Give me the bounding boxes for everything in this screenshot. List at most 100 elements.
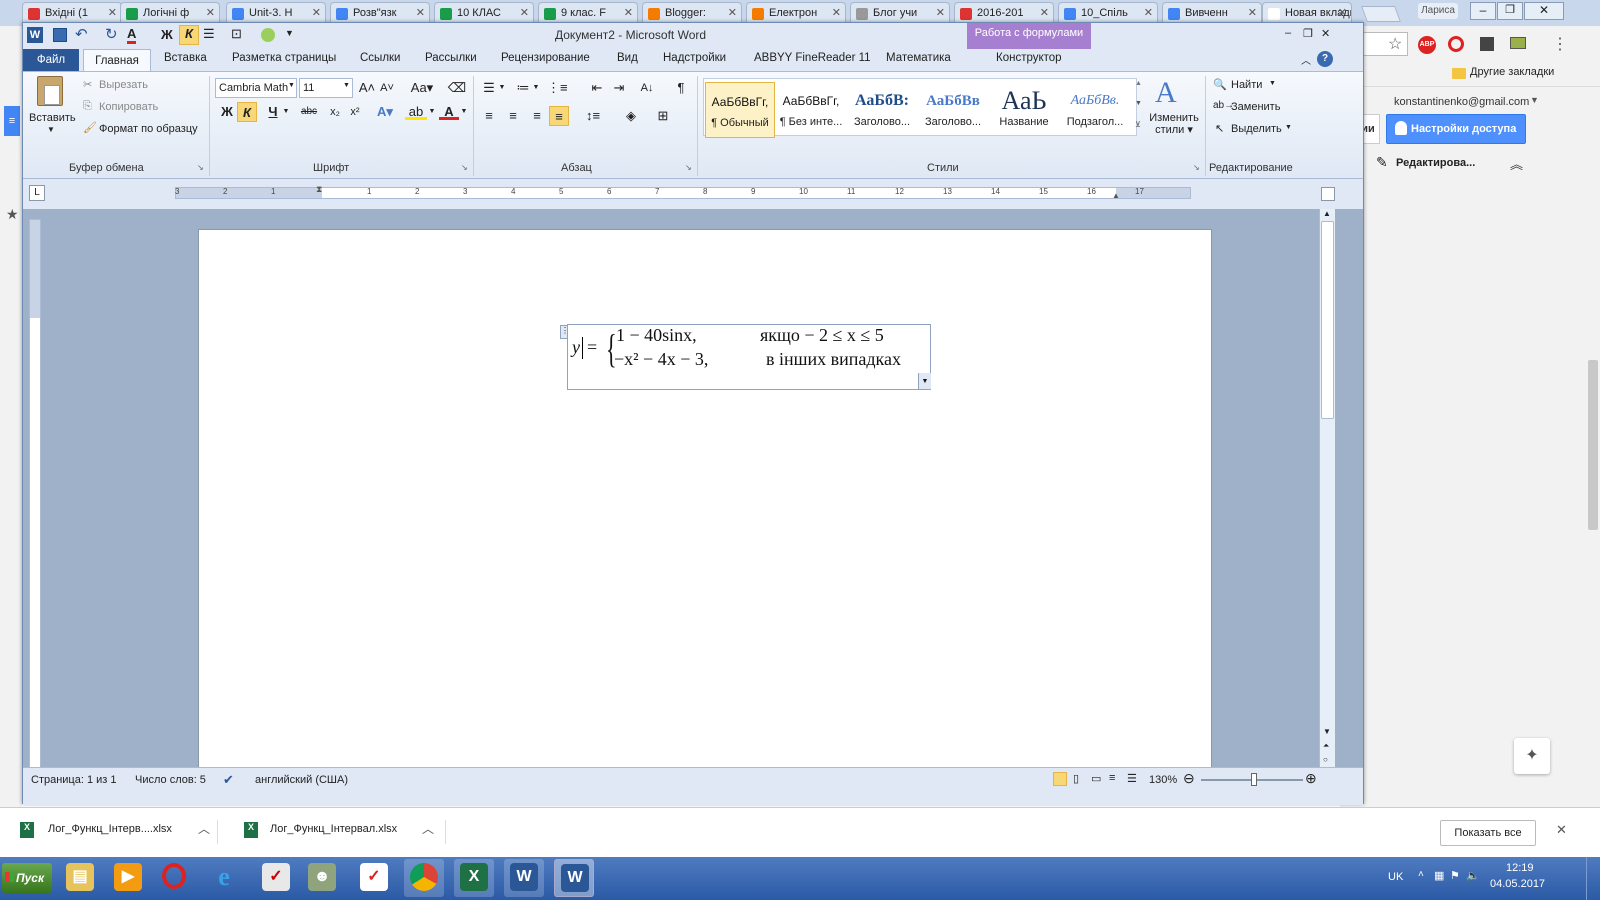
right-indent-marker-icon[interactable]: ▲ [1112,191,1120,200]
excel-task[interactable]: X [454,859,494,897]
tab-file[interactable]: Файл [23,49,79,71]
minimize-icon[interactable]: – [1470,2,1496,20]
word-count[interactable]: Число слов: 5 [135,774,206,786]
font-size-dropdown-icon[interactable]: ▼ [343,82,350,89]
customize-qat-icon[interactable]: ▼ [285,28,294,38]
change-styles-button[interactable]: Изменить стили ▾ [1147,112,1201,136]
paste-icon[interactable] [37,76,63,106]
help-icon[interactable]: ? [1317,51,1333,67]
web-layout-icon[interactable]: ▭ [1091,772,1101,785]
close-tab-icon[interactable]: ✕ [1338,6,1347,19]
select-dropdown-icon[interactable]: ▼ [1285,124,1292,131]
chevron-up-icon[interactable]: ︿ [422,820,434,837]
tab-review[interactable]: Рецензирование [501,52,590,64]
tab-view[interactable]: Вид [617,52,638,64]
indent-marker-icon[interactable]: ⧗ [316,184,322,195]
page-count[interactable]: Страница: 1 из 1 [31,774,117,786]
increase-indent-icon[interactable]: ⇥ [609,78,629,98]
redo-icon[interactable]: ↻ [105,25,118,43]
justify-icon[interactable]: ≡ [549,106,569,126]
close-tab-icon[interactable]: ✕ [416,6,425,19]
chevron-up-icon[interactable]: ︿ [198,820,210,837]
download-item-2[interactable]: X Лог_Функц_Інтервал.xlsx ︿ [242,820,446,844]
browse-object-icon[interactable]: ○ [1323,755,1328,764]
close-tab-icon[interactable]: ✕ [1144,6,1153,19]
explore-icon[interactable]: ✦ [1514,738,1550,774]
draft-icon[interactable]: ☰ [1127,772,1137,785]
prev-page-icon[interactable]: ⏶ [1323,741,1329,751]
opera-task[interactable] [156,859,196,897]
format-painter-button[interactable]: Формат по образцу [99,123,198,135]
line-spacing-icon[interactable]: ↕≡ [583,106,603,126]
align-left-icon[interactable]: ≡ [479,106,499,126]
show-desktop-button[interactable] [1586,857,1600,900]
tab-home[interactable]: Главная [83,49,151,72]
replace-button[interactable]: Заменить [1231,101,1280,113]
tray-expand-icon[interactable]: ˄ [1418,869,1424,880]
docs-menu-icon[interactable]: ≡ [4,106,20,136]
star-icon[interactable]: ☆ [1388,34,1402,54]
paragraph-dialog-launcher-icon[interactable]: ↘ [685,163,692,172]
paste-dropdown-icon[interactable]: ▼ [47,125,55,134]
word-task[interactable]: W [504,859,544,897]
collapse-icon[interactable]: ︽ [1510,154,1523,173]
change-case-icon[interactable]: Aa▾ [409,78,435,98]
volume-icon[interactable]: 🔈 [1466,869,1480,882]
opera-icon[interactable] [1448,36,1464,52]
copy-icon[interactable]: ⎘ [83,100,92,113]
tab-addins[interactable]: Надстройки [663,52,726,64]
pdf-task[interactable]: ✓ [256,859,296,897]
bullets-dropdown-icon[interactable]: ▼ [497,78,507,98]
word-restore-icon[interactable]: ❐ [1303,27,1313,40]
show-all-button[interactable]: Показать все [1440,820,1536,846]
font-color-qat-icon[interactable]: A [127,26,137,44]
browser-scrollbar[interactable] [1588,360,1598,530]
close-tab-icon[interactable]: ✕ [206,6,215,19]
font-name-dropdown-icon[interactable]: ▼ [288,82,295,89]
shrink-font-icon[interactable]: A˅ [377,78,397,98]
subscript-icon[interactable]: x₂ [325,102,345,122]
decrease-indent-icon[interactable]: ⇤ [587,78,607,98]
close-tab-icon[interactable]: ✕ [1040,6,1049,19]
account-email[interactable]: konstantinenko@gmail.com [1394,96,1529,108]
tab-design[interactable]: Конструктор [996,52,1062,64]
styles-scroll-down-icon[interactable]: ▼ [1135,100,1142,107]
equation-handle-icon[interactable]: ⋮ [560,325,569,339]
styles-dialog-launcher-icon[interactable]: ↘ [1193,163,1200,172]
change-styles-icon[interactable]: A [1155,76,1177,110]
align-right-icon[interactable]: ≡ [527,106,547,126]
view-ruler-icon[interactable] [1321,187,1335,201]
highlight-dropdown-icon[interactable]: ▼ [427,102,437,122]
style-item[interactable]: АаЬ Название [989,82,1059,138]
user-chip[interactable]: Лариса [1418,3,1458,19]
copy-button[interactable]: Копировать [99,101,158,113]
underline-icon[interactable]: Ч [263,102,283,122]
close-icon[interactable]: ✕ [1524,2,1564,20]
cut-button[interactable]: Вырезать [99,79,148,91]
zoom-in-icon[interactable]: ⊕ [1305,770,1317,787]
style-item[interactable]: АаБбВв Заголово... [918,82,988,138]
close-tab-icon[interactable]: ✕ [1248,6,1257,19]
star-icon-left[interactable]: ★ [6,206,19,223]
tasks-task[interactable]: ✓ [354,859,394,897]
align-center-icon[interactable]: ≡ [503,106,523,126]
word-minimize-icon[interactable]: – [1285,27,1291,39]
scroll-down-icon[interactable]: ▼ [1323,727,1331,736]
style-item[interactable]: АаБбВ: Заголово... [847,82,917,138]
zoom-out-icon[interactable]: ⊖ [1183,770,1195,787]
word-logo-icon[interactable]: W [27,27,43,43]
media-task[interactable]: ▶ [108,859,148,897]
font-color-dropdown-icon[interactable]: ▼ [459,102,469,122]
styles-scroll-up-icon[interactable]: ▲ [1135,80,1142,87]
tab-selector-icon[interactable]: L [29,185,45,201]
highlight-icon[interactable]: ab [405,102,427,120]
tab-layout[interactable]: Разметка страницы [232,52,336,64]
styles-more-icon[interactable]: ⊻ [1135,120,1141,129]
select-button[interactable]: Выделить [1231,123,1282,135]
numbering-dropdown-icon[interactable]: ▼ [531,78,541,98]
bold-qat-icon[interactable]: Ж [161,27,173,42]
extension-monitor-icon[interactable] [1510,37,1526,49]
chrome-task[interactable] [404,859,444,897]
vertical-scrollbar[interactable]: ▲ ▼ ⏶ ○ ⏷ [1319,209,1335,779]
numbering-icon[interactable]: ≔ [513,78,533,98]
